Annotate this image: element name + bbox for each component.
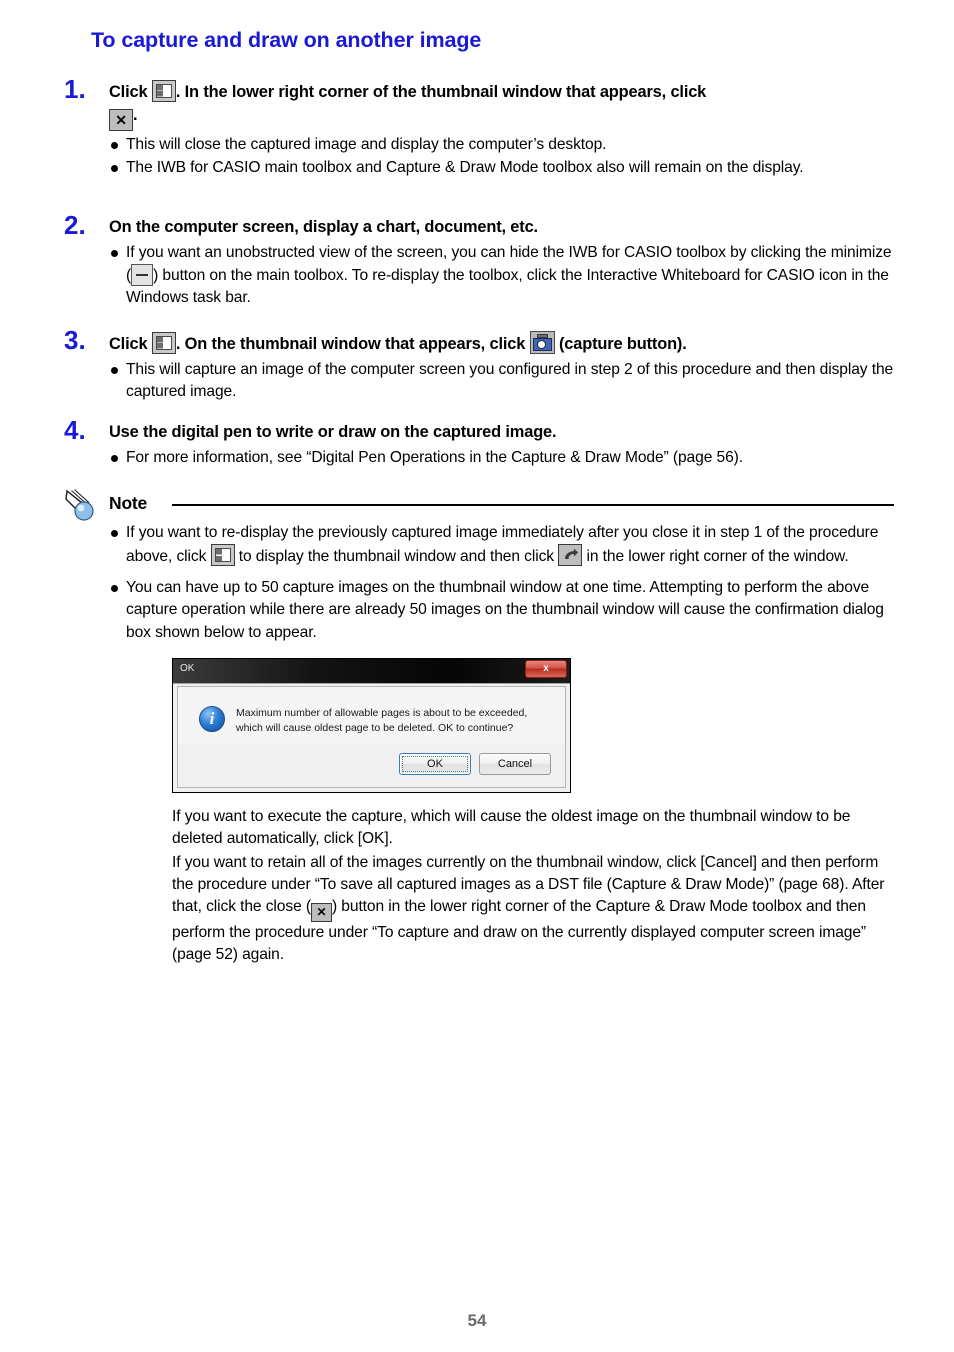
step-3-heading-part-b: . On the thumbnail window that appears, …: [175, 335, 526, 353]
bullet-item: You can have up to 50 capture images on …: [109, 577, 894, 643]
bullet-item: If you want to re-display the previously…: [109, 522, 894, 568]
step-1-heading: Click . In the lower right corner of the…: [109, 80, 894, 131]
step-4-heading: Use the digital pen to write or draw on …: [109, 423, 557, 441]
bullet-item: For more information, see “Digital Pen O…: [109, 447, 894, 469]
step-1-heading-part-b: . In the lower right corner of the thumb…: [175, 83, 707, 101]
camera-capture-icon[interactable]: [529, 331, 555, 354]
thumbnail-window-icon[interactable]: [151, 332, 176, 354]
step-4-bullets: For more information, see “Digital Pen O…: [109, 447, 894, 469]
dialog-ok-button[interactable]: OK: [399, 752, 471, 775]
redisplay-arrow-icon[interactable]: [558, 544, 583, 567]
step-3-number: 3.: [64, 325, 86, 355]
step-2-bullets: If you want an unobstructed view of the …: [109, 242, 894, 309]
step-2-heading: On the computer screen, display a chart,…: [109, 218, 538, 236]
step-1-heading-part-a: Click: [109, 83, 148, 101]
step-1-number: 1.: [64, 74, 86, 104]
bullet-item: This will capture an image of the comput…: [109, 359, 894, 403]
tail-paragraph-1: If you want to execute the capture, whic…: [172, 807, 851, 847]
pencil-note-icon: [64, 488, 108, 522]
dialog-body: i Maximum number of allowable pages is a…: [177, 685, 566, 788]
dialog-button-bar: OK Cancel: [178, 743, 565, 787]
note-content: If you want to re-display the previously…: [109, 522, 894, 967]
step-2-number: 2.: [64, 210, 86, 240]
thumbnail-window-icon[interactable]: [151, 80, 176, 102]
dialog-titlebar: OK x: [173, 658, 570, 684]
dialog-title: OK: [180, 662, 195, 674]
step-1-heading-part-c: .: [133, 105, 138, 124]
dialog-message: Maximum number of allowable pages is abo…: [236, 706, 528, 734]
note-header: Note: [64, 488, 894, 522]
bullet-item: If you want an unobstructed view of the …: [109, 242, 894, 309]
step-3-heading-part-a: Click: [109, 335, 148, 353]
page-title: To capture and draw on another image: [91, 28, 482, 52]
note-label: Note: [109, 493, 148, 513]
step-1: 1. Click . In the lower right corner of …: [64, 76, 894, 179]
document-page: To capture and draw on another image 1. …: [0, 0, 954, 1352]
step-3: 3. Click . On the thumbnail window that …: [64, 327, 894, 403]
step-2-bullet-part-b: ) button on the main toolbox. To re-disp…: [126, 266, 889, 306]
note-bullet1-part-c: in the lower right corner of the window.: [586, 548, 849, 566]
note-block: Note If you want to re-display the previ…: [64, 488, 894, 967]
close-icon[interactable]: ✕: [109, 108, 133, 131]
step-3-heading: Click . On the thumbnail window that app…: [109, 331, 894, 356]
thumbnail-window-icon[interactable]: [210, 544, 235, 567]
step-1-bullets: This will close the captured image and d…: [109, 134, 894, 179]
info-icon: i: [199, 705, 225, 732]
close-icon[interactable]: ✕: [310, 903, 332, 923]
page-number: 54: [467, 1311, 487, 1330]
bullet-item: The IWB for CASIO main toolbox and Captu…: [109, 157, 894, 179]
minimize-icon[interactable]: [131, 263, 154, 286]
dialog-close-button[interactable]: x: [525, 659, 567, 678]
step-2: 2. On the computer screen, display a cha…: [64, 212, 894, 309]
note-divider: [172, 504, 894, 506]
confirmation-dialog-figure: OK x i Maximum number of allowable pages…: [172, 657, 571, 793]
bullet-item: This will close the captured image and d…: [109, 134, 894, 156]
dialog-cancel-button[interactable]: Cancel: [479, 752, 551, 775]
step-4-number: 4.: [64, 415, 86, 445]
step-4: 4. Use the digital pen to write or draw …: [64, 417, 894, 469]
tail-paragraph-2: If you want to retain all of the images …: [172, 852, 894, 967]
note-bullet1-part-b: to display the thumbnail window and then…: [238, 548, 555, 566]
step-3-heading-part-c: (capture button).: [559, 335, 687, 353]
note-tail-paragraphs: If you want to execute the capture, whic…: [172, 806, 894, 967]
step-3-bullets: This will capture an image of the comput…: [109, 359, 894, 403]
